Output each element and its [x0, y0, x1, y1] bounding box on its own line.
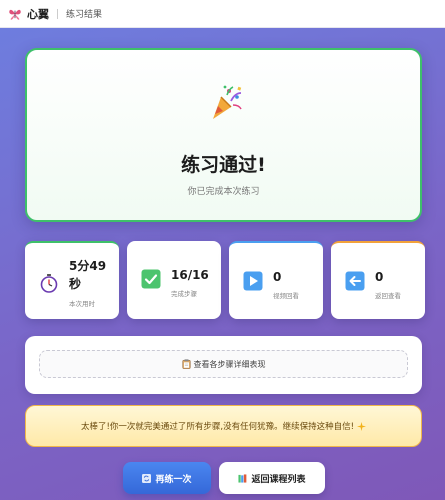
play-icon	[243, 271, 263, 291]
stopwatch-icon	[40, 274, 58, 293]
top-bar: 心翼 练习结果	[0, 0, 445, 28]
butterfly-icon	[9, 9, 21, 20]
sparkle-icon	[357, 421, 367, 431]
stat-card-steps: 16/16 完成步骤	[127, 241, 221, 319]
stat-label: 完成步骤	[171, 290, 197, 298]
back-arrow-icon	[345, 271, 365, 291]
party-popper-icon	[213, 85, 242, 119]
check-icon	[141, 269, 161, 289]
stat-card-video: 0 视频回看	[229, 241, 323, 319]
result-card: 练习通过! 你已完成本次练习	[25, 48, 422, 222]
stat-label: 本次用时	[69, 300, 95, 308]
message-text: 太棒了!你一次就完美通过了所有步骤,没有任何犹豫。继续保持这种自信!	[80, 422, 355, 432]
result-subtitle: 你已完成本次练习	[187, 187, 260, 197]
header-divider	[57, 8, 58, 19]
detail-card: 查看各步骤详细表现	[25, 336, 422, 394]
stat-value: 0	[273, 270, 282, 284]
clipboard-icon	[182, 359, 190, 369]
stat-card-time: 5分49秒 本次用时	[25, 241, 119, 319]
back-label: 返回课程列表	[251, 474, 306, 485]
back-to-courses-button[interactable]: 返回课程列表	[219, 462, 325, 494]
retry-button[interactable]: 再练一次	[123, 462, 211, 494]
detail-label: 查看各步骤详细表现	[193, 359, 266, 369]
result-title: 练习通过!	[181, 154, 266, 176]
repeat-icon	[142, 473, 152, 483]
encouragement-message: 太棒了!你一次就完美通过了所有步骤,没有任何犹豫。继续保持这种自信!	[25, 405, 422, 447]
stat-value: 16/16	[171, 268, 209, 282]
view-step-details-button[interactable]: 查看各步骤详细表现	[39, 350, 408, 378]
stat-card-back: 0 返回查看	[331, 241, 425, 319]
brand-name[interactable]: 心翼	[27, 6, 49, 22]
stat-value: 0	[375, 270, 384, 284]
breadcrumb: 练习结果	[66, 10, 103, 20]
books-icon	[238, 473, 247, 483]
stat-label: 返回查看	[375, 292, 401, 300]
stat-value: 5分49秒	[69, 259, 107, 291]
retry-label: 再练一次	[155, 474, 192, 485]
stat-label: 视频回看	[273, 292, 299, 300]
